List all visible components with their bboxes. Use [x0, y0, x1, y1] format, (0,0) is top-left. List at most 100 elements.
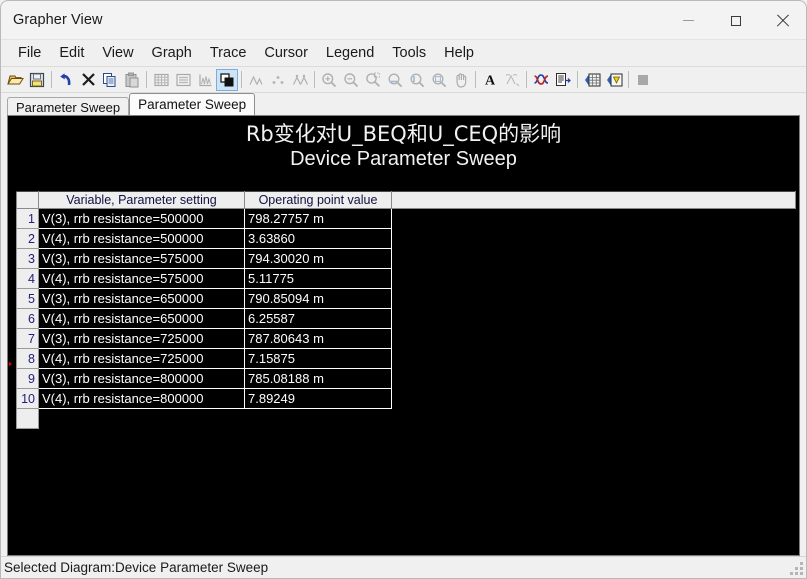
delete-x-icon[interactable] [77, 69, 99, 91]
row-index: 10 [16, 388, 39, 409]
export-excel-icon[interactable] [581, 69, 603, 91]
row-value: 5.11775 [244, 268, 392, 289]
table-row[interactable]: 6 V(4), rrb resistance=650000 6.25587 [16, 308, 796, 329]
svg-text:A: A [485, 74, 496, 87]
table-row[interactable]: 10 V(4), rrb resistance=800000 7.89249 [16, 388, 796, 409]
row-filler [391, 248, 796, 269]
open-folder-icon[interactable] [4, 69, 26, 91]
zoom-fit-icon[interactable] [428, 69, 450, 91]
export-labview-icon[interactable] [603, 69, 625, 91]
cursor-multi-icon[interactable] [289, 69, 311, 91]
row-value: 7.15875 [244, 348, 392, 369]
diagram-panel[interactable]: Rb变化对U_BEQ和U_CEQ的影响 Device Parameter Swe… [7, 115, 800, 556]
table-row[interactable]: 4 V(4), rrb resistance=575000 5.11775 [16, 268, 796, 289]
export-list-icon[interactable] [552, 69, 574, 91]
row-index: 9 [16, 368, 39, 389]
tab-parameter-sweep-1[interactable]: Parameter Sweep [7, 97, 130, 116]
zoom-out-icon[interactable] [340, 69, 362, 91]
diagram-canvas[interactable]: Rb变化对U_BEQ和U_CEQ的影响 Device Parameter Swe… [9, 117, 798, 554]
row-variable: V(4), rrb resistance=650000 [38, 308, 245, 329]
chart-subtitle: Device Parameter Sweep [290, 148, 517, 170]
properties-icon[interactable] [216, 68, 238, 91]
measure-icon[interactable] [501, 69, 523, 91]
row-variable: V(3), rrb resistance=500000 [38, 208, 245, 229]
table-row[interactable]: 8 V(4), rrb resistance=725000 7.15875 [16, 348, 796, 369]
close-button[interactable] [759, 1, 806, 40]
zoom-x-icon[interactable] [384, 69, 406, 91]
table-row[interactable]: 7 V(3), rrb resistance=725000 787.80643 … [16, 328, 796, 349]
operating-point-table[interactable]: Variable, Parameter setting Operating po… [16, 191, 796, 429]
row-variable: V(4), rrb resistance=725000 [38, 348, 245, 369]
toolbar-separator [577, 71, 578, 88]
legend-icon[interactable] [172, 69, 194, 91]
window-controls [665, 1, 806, 40]
graph-client-area: Rb变化对U_BEQ和U_CEQ的影响 Device Parameter Swe… [1, 115, 806, 556]
maximize-button[interactable] [712, 1, 759, 40]
menu-file[interactable]: File [9, 42, 50, 65]
row-value: 3.63860 [244, 228, 392, 249]
toolbar-separator [314, 71, 315, 88]
toolbar-separator [146, 71, 147, 88]
table-row[interactable]: 1 V(3), rrb resistance=500000 798.27757 … [16, 208, 796, 229]
toolbar-separator [628, 71, 629, 88]
row-variable: V(4), rrb resistance=575000 [38, 268, 245, 289]
column-header-index[interactable] [16, 191, 39, 209]
menu-graph[interactable]: Graph [143, 42, 201, 65]
statusbar: Selected Diagram:Device Parameter Sweep [1, 556, 806, 578]
menu-view[interactable]: View [93, 42, 142, 65]
zoom-in-icon[interactable] [318, 69, 340, 91]
row-variable: V(4), rrb resistance=800000 [38, 388, 245, 409]
pan-hand-icon[interactable] [450, 69, 472, 91]
menubar: File Edit View Graph Trace Cursor Legend… [1, 40, 806, 67]
minimize-button[interactable] [665, 1, 712, 40]
row-index: 4 [16, 268, 39, 289]
column-header-value[interactable]: Operating point value [244, 191, 392, 209]
stop-icon[interactable] [632, 69, 654, 91]
tab-parameter-sweep-2[interactable]: Parameter Sweep [129, 93, 256, 115]
table-row[interactable]: 5 V(3), rrb resistance=650000 790.85094 … [16, 288, 796, 309]
table-row-empty[interactable] [16, 408, 796, 429]
resize-grip-icon[interactable] [790, 562, 803, 575]
menu-tools[interactable]: Tools [383, 42, 435, 65]
tab-label: Parameter Sweep [16, 99, 121, 115]
undo-arrow-icon[interactable] [55, 69, 77, 91]
cursor-single-icon[interactable] [245, 69, 267, 91]
row-filler [391, 308, 796, 329]
column-header-variable[interactable]: Variable, Parameter setting [38, 191, 245, 209]
maximize-icon [730, 15, 741, 26]
row-variable [38, 408, 245, 429]
row-value: 790.85094 m [244, 288, 392, 309]
column-header-filler[interactable] [391, 191, 796, 209]
menu-help[interactable]: Help [435, 42, 483, 65]
tab-label: Parameter Sweep [138, 97, 247, 112]
menu-trace[interactable]: Trace [201, 42, 256, 65]
table-row[interactable]: 2 V(4), rrb resistance=500000 3.63860 [16, 228, 796, 249]
save-floppy-icon[interactable] [26, 69, 48, 91]
axes-icon[interactable] [194, 69, 216, 91]
row-variable: V(3), rrb resistance=575000 [38, 248, 245, 269]
row-filler [391, 268, 796, 289]
table-row[interactable]: 3 V(3), rrb resistance=575000 794.30020 … [16, 248, 796, 269]
toolbar-separator [51, 71, 52, 88]
row-index: 1 [16, 208, 39, 229]
row-filler [391, 348, 796, 369]
menu-edit[interactable]: Edit [50, 42, 93, 65]
zoom-y-icon[interactable] [406, 69, 428, 91]
menu-cursor[interactable]: Cursor [255, 42, 317, 65]
row-value: 794.30020 m [244, 248, 392, 269]
menu-legend[interactable]: Legend [317, 42, 383, 65]
row-filler [391, 388, 796, 409]
toolbar: A [1, 67, 806, 93]
selection-marker [9, 357, 12, 371]
row-index [16, 408, 39, 429]
copy-icon[interactable] [99, 69, 121, 91]
zoom-region-icon[interactable] [362, 69, 384, 91]
trace-color-icon[interactable] [530, 69, 552, 91]
text-tool-icon[interactable]: A [479, 69, 501, 91]
row-variable: V(3), rrb resistance=725000 [38, 328, 245, 349]
table-row[interactable]: 9 V(3), rrb resistance=800000 785.08188 … [16, 368, 796, 389]
cursor-dots-icon[interactable] [267, 69, 289, 91]
row-index: 3 [16, 248, 39, 269]
grid-icon[interactable] [150, 69, 172, 91]
paste-icon[interactable] [121, 69, 143, 91]
